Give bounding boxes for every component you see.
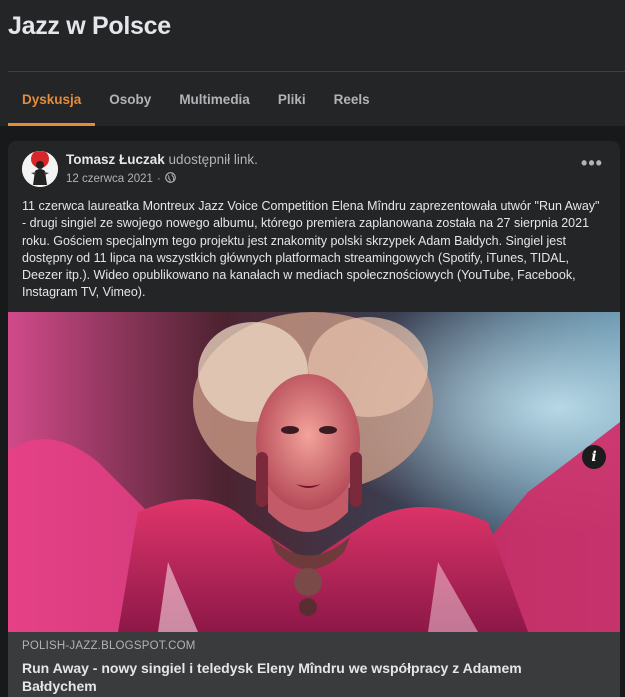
group-title: Jazz w Polsce (8, 12, 171, 40)
avatar[interactable] (22, 151, 58, 187)
more-options-button[interactable]: ••• (578, 154, 606, 179)
post-date[interactable]: 12 czerwca 2021 (66, 173, 153, 185)
group-header: Jazz w Polsce Dyskusja Osoby Multimedia … (0, 0, 625, 126)
tab-reels[interactable]: Reels (320, 72, 384, 126)
group-tabs: Dyskusja Osoby Multimedia Pliki Reels (8, 72, 384, 126)
post-card: Tomasz Łuczak udostępnił link. 12 czerwc… (8, 141, 620, 697)
tab-multimedia[interactable]: Multimedia (165, 72, 264, 126)
link-domain: POLISH-JAZZ.BLOGSPOT.COM (22, 640, 196, 652)
post-action: udostępnił link. (168, 152, 258, 167)
link-title[interactable]: Run Away - nowy singiel i teledysk Eleny… (22, 659, 592, 695)
post-author-line: Tomasz Łuczak udostępnił link. (66, 152, 258, 167)
post-meta: 12 czerwca 2021 · (66, 172, 176, 186)
tab-dyskusja[interactable]: Dyskusja (8, 72, 96, 126)
tab-pliki[interactable]: Pliki (264, 72, 320, 126)
globe-icon (164, 172, 176, 186)
author-name[interactable]: Tomasz Łuczak (66, 152, 165, 167)
link-preview-image[interactable] (8, 312, 620, 632)
tab-osoby[interactable]: Osoby (95, 72, 165, 126)
post-text: 11 czerwca laureatka Montreux Jazz Voice… (22, 199, 600, 300)
meta-separator: · (156, 173, 161, 185)
link-preview-footer[interactable]: POLISH-JAZZ.BLOGSPOT.COM Run Away - nowy… (8, 632, 620, 697)
info-icon[interactable]: i (582, 445, 606, 469)
